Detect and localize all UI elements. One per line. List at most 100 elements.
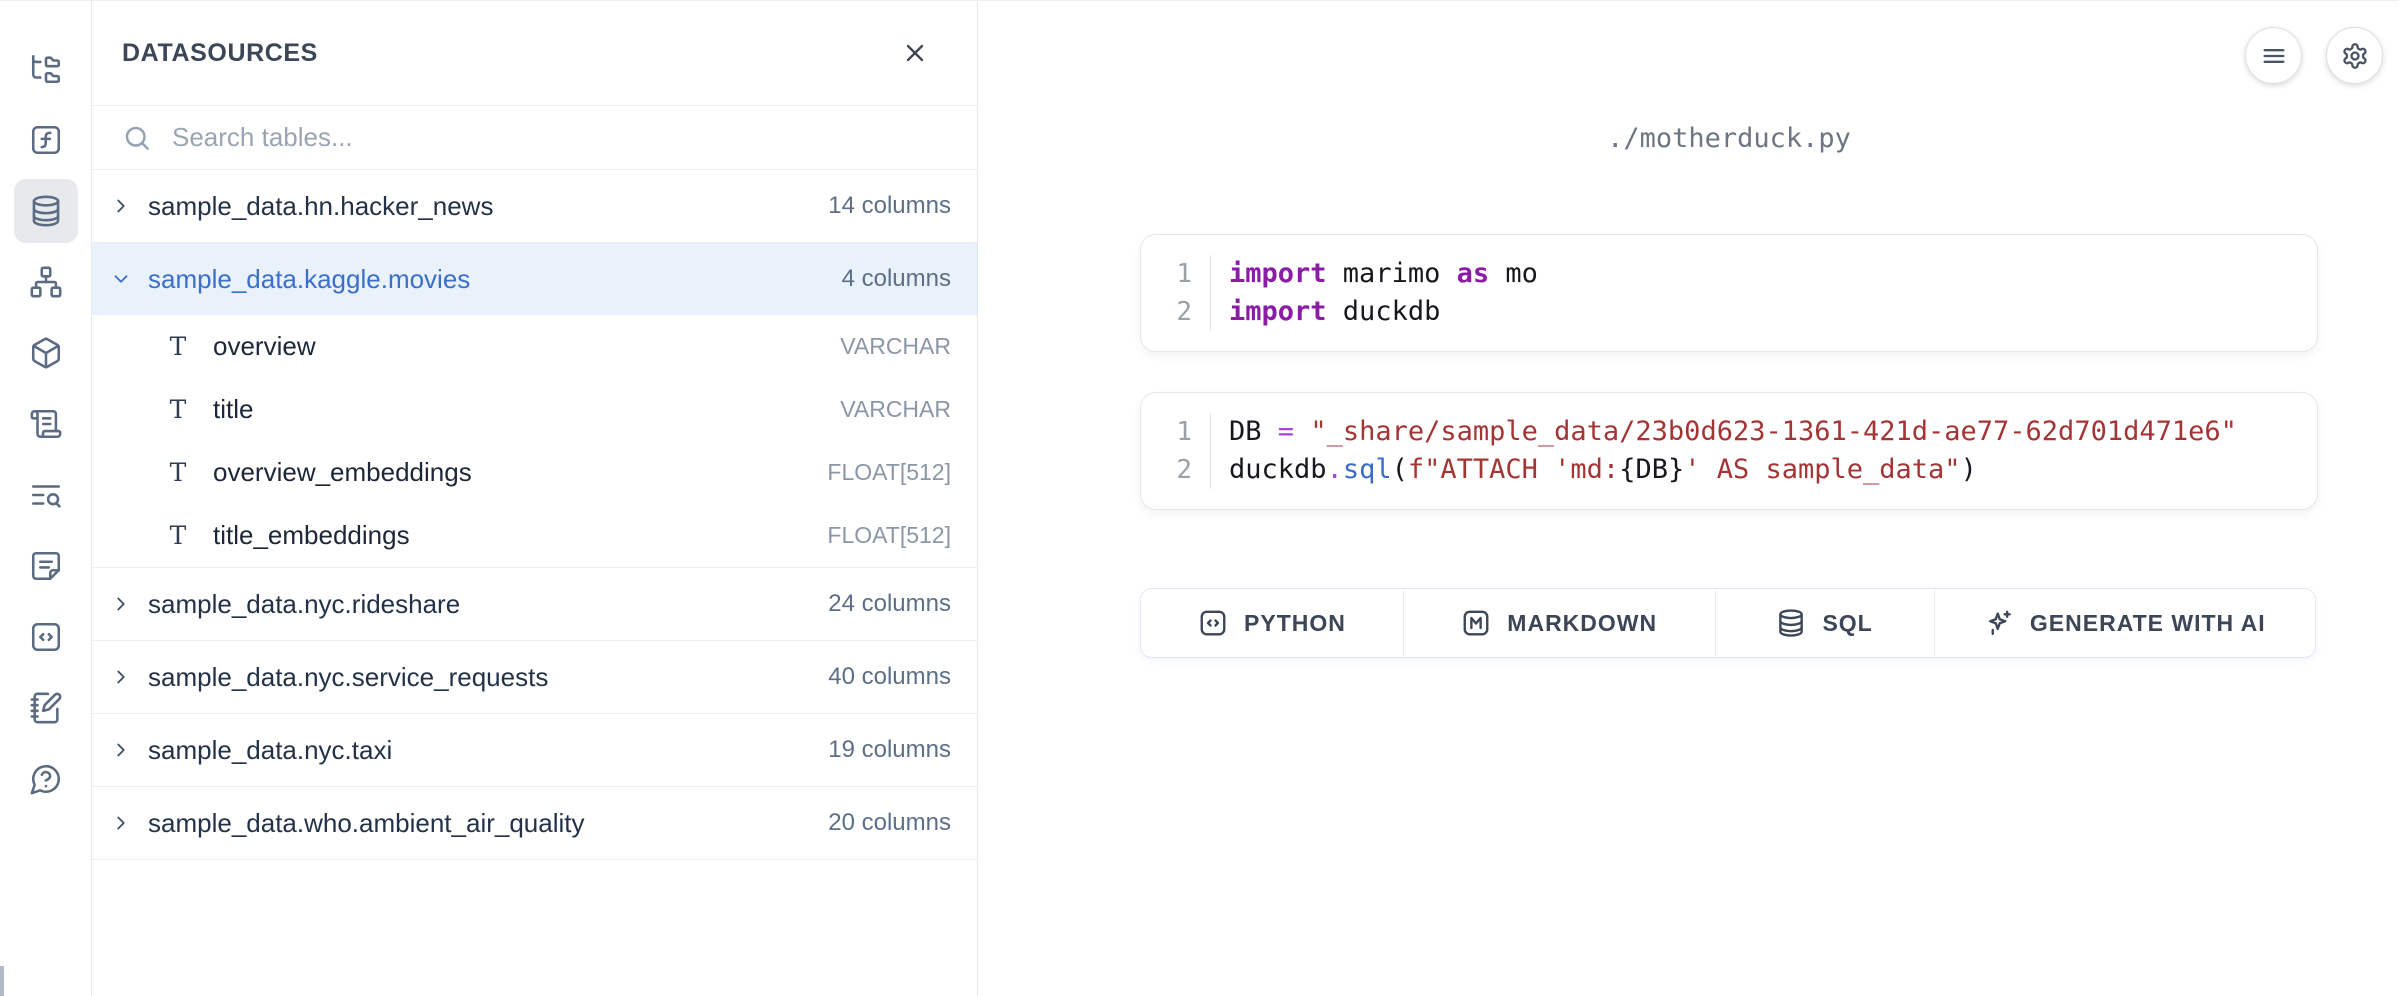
database-icon xyxy=(29,194,63,228)
code-cell[interactable]: 12 DB = "_share/sample_data/23b0d623-136… xyxy=(1140,392,2318,510)
table-column-count: 20 columns xyxy=(828,809,951,837)
column-row[interactable]: T title_embeddings FLOAT[512] xyxy=(92,504,977,567)
code-line: import duckdb xyxy=(1229,293,1538,331)
notebook-pen-icon xyxy=(29,691,63,725)
table-group: sample_data.nyc.service_requests 40 colu… xyxy=(92,641,977,714)
file-tree-icon xyxy=(29,52,63,86)
table-group: sample_data.kaggle.movies 4 columns T ov… xyxy=(92,243,977,568)
scroll-logs-icon xyxy=(29,407,63,441)
column-row[interactable]: T title VARCHAR xyxy=(92,378,977,441)
code-square-icon xyxy=(1198,608,1228,638)
function-square-icon xyxy=(29,123,63,157)
code-line: DB = "_share/sample_data/23b0d623-1361-4… xyxy=(1229,413,2237,451)
add-python-cell-button[interactable]: PYTHON xyxy=(1141,589,1404,657)
sidebar-item-scratchpad[interactable] xyxy=(14,676,78,740)
table-group: sample_data.who.ambient_air_quality 20 c… xyxy=(92,787,977,860)
sidebar-item-packages[interactable] xyxy=(14,321,78,385)
table-column-count: 19 columns xyxy=(828,736,951,764)
table-name: sample_data.nyc.rideshare xyxy=(148,589,828,620)
list-search-icon xyxy=(29,478,63,512)
database-icon xyxy=(1776,608,1806,638)
sidebar-item-snippets[interactable] xyxy=(14,605,78,669)
add-markdown-cell-button[interactable]: MARKDOWN xyxy=(1404,589,1716,657)
settings-button[interactable] xyxy=(2326,27,2383,84)
code-cell[interactable]: 12 import marimo as moimport duckdb xyxy=(1140,234,2318,352)
add-sql-cell-button[interactable]: SQL xyxy=(1716,589,1935,657)
table-name: sample_data.who.ambient_air_quality xyxy=(148,808,828,839)
sidebar-item-outline-search[interactable] xyxy=(14,463,78,527)
code-editor[interactable]: import marimo as moimport duckdb xyxy=(1211,255,1538,331)
code-line: duckdb.sql(f"ATTACH 'md:{DB}' AS sample_… xyxy=(1229,451,2237,489)
table-row[interactable]: sample_data.nyc.service_requests 40 colu… xyxy=(92,641,977,713)
datasources-panel: DATASOURCES sample_data.hn.hacker_news 1… xyxy=(92,1,978,996)
table-row[interactable]: sample_data.who.ambient_air_quality 20 c… xyxy=(92,787,977,859)
column-row[interactable]: T overview VARCHAR xyxy=(92,315,977,378)
sidebar-item-variables[interactable] xyxy=(14,108,78,172)
line-numbers: 12 xyxy=(1141,255,1211,331)
table-row[interactable]: sample_data.nyc.rideshare 24 columns xyxy=(92,568,977,640)
chevron-right-icon[interactable] xyxy=(109,665,133,689)
column-row[interactable]: T overview_embeddings FLOAT[512] xyxy=(92,441,977,504)
generate-with-ai-button[interactable]: GENERATE WITH AI xyxy=(1935,589,2315,657)
table-name: sample_data.nyc.service_requests xyxy=(148,662,828,693)
chevron-right-icon[interactable] xyxy=(109,194,133,218)
close-icon xyxy=(901,39,929,67)
table-row[interactable]: sample_data.hn.hacker_news 14 columns xyxy=(92,170,977,242)
table-column-count: 4 columns xyxy=(842,265,951,293)
table-name: sample_data.hn.hacker_news xyxy=(148,191,828,222)
table-name: sample_data.kaggle.movies xyxy=(148,264,842,295)
table-column-count: 24 columns xyxy=(828,590,951,618)
sidebar-item-logs[interactable] xyxy=(14,392,78,456)
table-group: sample_data.nyc.taxi 19 columns xyxy=(92,714,977,787)
table-row[interactable]: sample_data.kaggle.movies 4 columns xyxy=(92,243,977,315)
column-type: VARCHAR xyxy=(840,396,951,423)
cells-container: 12 import marimo as moimport duckdb 12 D… xyxy=(1140,234,2318,510)
chevron-right-icon[interactable] xyxy=(109,811,133,835)
markdown-icon xyxy=(1461,608,1491,638)
code-square-icon xyxy=(29,620,63,654)
search-input[interactable] xyxy=(172,122,947,153)
scrollbar-thumb[interactable] xyxy=(0,966,4,996)
add-cell-toolbar: PYTHON MARKDOWN SQL GENERATE WITH AI xyxy=(1140,588,2316,658)
sidebar-item-documentation[interactable] xyxy=(14,534,78,598)
type-letter-icon: T xyxy=(167,332,189,361)
type-letter-icon: T xyxy=(167,395,189,424)
chevron-right-icon[interactable] xyxy=(109,592,133,616)
code-editor[interactable]: DB = "_share/sample_data/23b0d623-1361-4… xyxy=(1211,413,2237,489)
table-group: sample_data.hn.hacker_news 14 columns xyxy=(92,170,977,243)
sidebar-item-datasources[interactable] xyxy=(14,179,78,243)
panel-title: DATASOURCES xyxy=(122,39,318,68)
document-icon xyxy=(29,549,63,583)
column-name: overview_embeddings xyxy=(213,457,827,488)
chevron-right-icon[interactable] xyxy=(109,738,133,762)
menu-button[interactable] xyxy=(2245,27,2302,84)
sidebar-item-file-explorer[interactable] xyxy=(14,37,78,101)
chevron-down-icon[interactable] xyxy=(109,267,133,291)
panel-header: DATASOURCES xyxy=(92,1,977,106)
sidebar-item-help[interactable] xyxy=(14,747,78,811)
close-panel-button[interactable] xyxy=(901,39,929,67)
marimo-app: DATASOURCES sample_data.hn.hacker_news 1… xyxy=(0,0,2399,996)
column-name: title_embeddings xyxy=(213,520,827,551)
type-letter-icon: T xyxy=(167,521,189,550)
column-type: FLOAT[512] xyxy=(827,459,951,486)
code-line: import marimo as mo xyxy=(1229,255,1538,293)
table-row[interactable]: sample_data.nyc.taxi 19 columns xyxy=(92,714,977,786)
left-icon-rail xyxy=(0,1,92,996)
table-name: sample_data.nyc.taxi xyxy=(148,735,828,766)
table-list: sample_data.hn.hacker_news 14 columns sa… xyxy=(92,170,977,996)
search-icon xyxy=(122,123,152,153)
line-numbers: 12 xyxy=(1141,413,1211,489)
table-column-count: 40 columns xyxy=(828,663,951,691)
cell-content: 12 DB = "_share/sample_data/23b0d623-136… xyxy=(1141,393,2317,509)
sparkles-icon xyxy=(1984,608,2014,638)
column-name: overview xyxy=(213,331,840,362)
notebook-filename[interactable]: ./motherduck.py xyxy=(1140,123,2318,154)
sidebar-item-dependencies[interactable] xyxy=(14,250,78,314)
menu-icon xyxy=(2260,42,2288,70)
help-chat-icon xyxy=(29,762,63,796)
table-column-count: 14 columns xyxy=(828,192,951,220)
search-bar xyxy=(92,106,977,170)
dependency-graph-icon xyxy=(29,265,63,299)
table-group: sample_data.nyc.rideshare 24 columns xyxy=(92,568,977,641)
